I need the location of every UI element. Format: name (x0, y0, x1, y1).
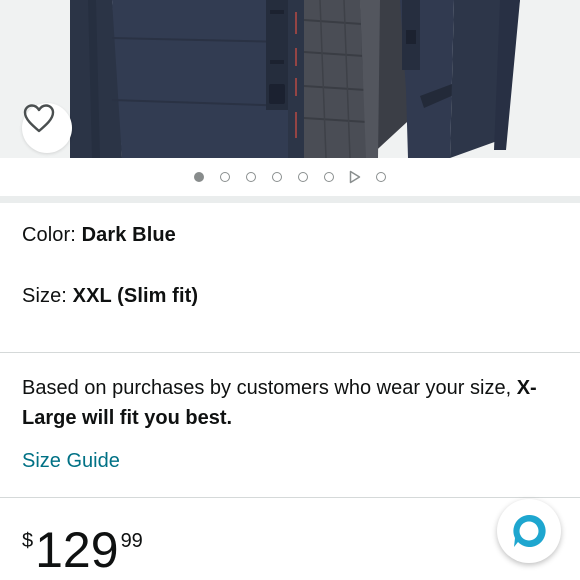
carousel-dot-3[interactable] (246, 172, 256, 182)
carousel-dot-6[interactable] (324, 172, 334, 182)
fit-recommendation-text: Based on purchases by customers who wear… (22, 377, 512, 399)
price-symbol: $ (22, 530, 34, 552)
carousel-dot-2[interactable] (220, 172, 230, 182)
section-divider (0, 196, 580, 203)
carousel-dot-1[interactable] (194, 172, 204, 182)
wishlist-button[interactable] (22, 103, 72, 153)
price-whole: 129 (35, 522, 119, 578)
size-guide-link[interactable]: Size Guide (22, 450, 120, 473)
image-carousel-indicators[interactable] (0, 158, 580, 196)
heart-outline-icon (23, 104, 55, 133)
video-play-icon[interactable] (348, 170, 362, 184)
divider (0, 352, 580, 353)
color-value: Dark Blue (81, 224, 176, 246)
alexa-button[interactable] (497, 499, 561, 563)
fit-recommendation: Based on purchases by customers who wear… (22, 373, 562, 433)
jacket-photo (70, 0, 520, 158)
color-variation[interactable]: Color: Dark Blue (22, 224, 176, 247)
color-label: Color: (22, 224, 76, 246)
alexa-ring-icon (513, 514, 546, 547)
carousel-dot-5[interactable] (298, 172, 308, 182)
divider (0, 497, 580, 498)
product-image[interactable] (0, 0, 580, 158)
price: $ 129 99 (22, 522, 143, 580)
size-variation[interactable]: Size: XXL (Slim fit) (22, 285, 198, 308)
size-value: XXL (Slim fit) (72, 285, 199, 307)
size-label: Size: (22, 285, 67, 307)
price-fraction: 99 (120, 530, 143, 552)
carousel-dot-4[interactable] (272, 172, 282, 182)
carousel-dot-8[interactable] (376, 172, 386, 182)
